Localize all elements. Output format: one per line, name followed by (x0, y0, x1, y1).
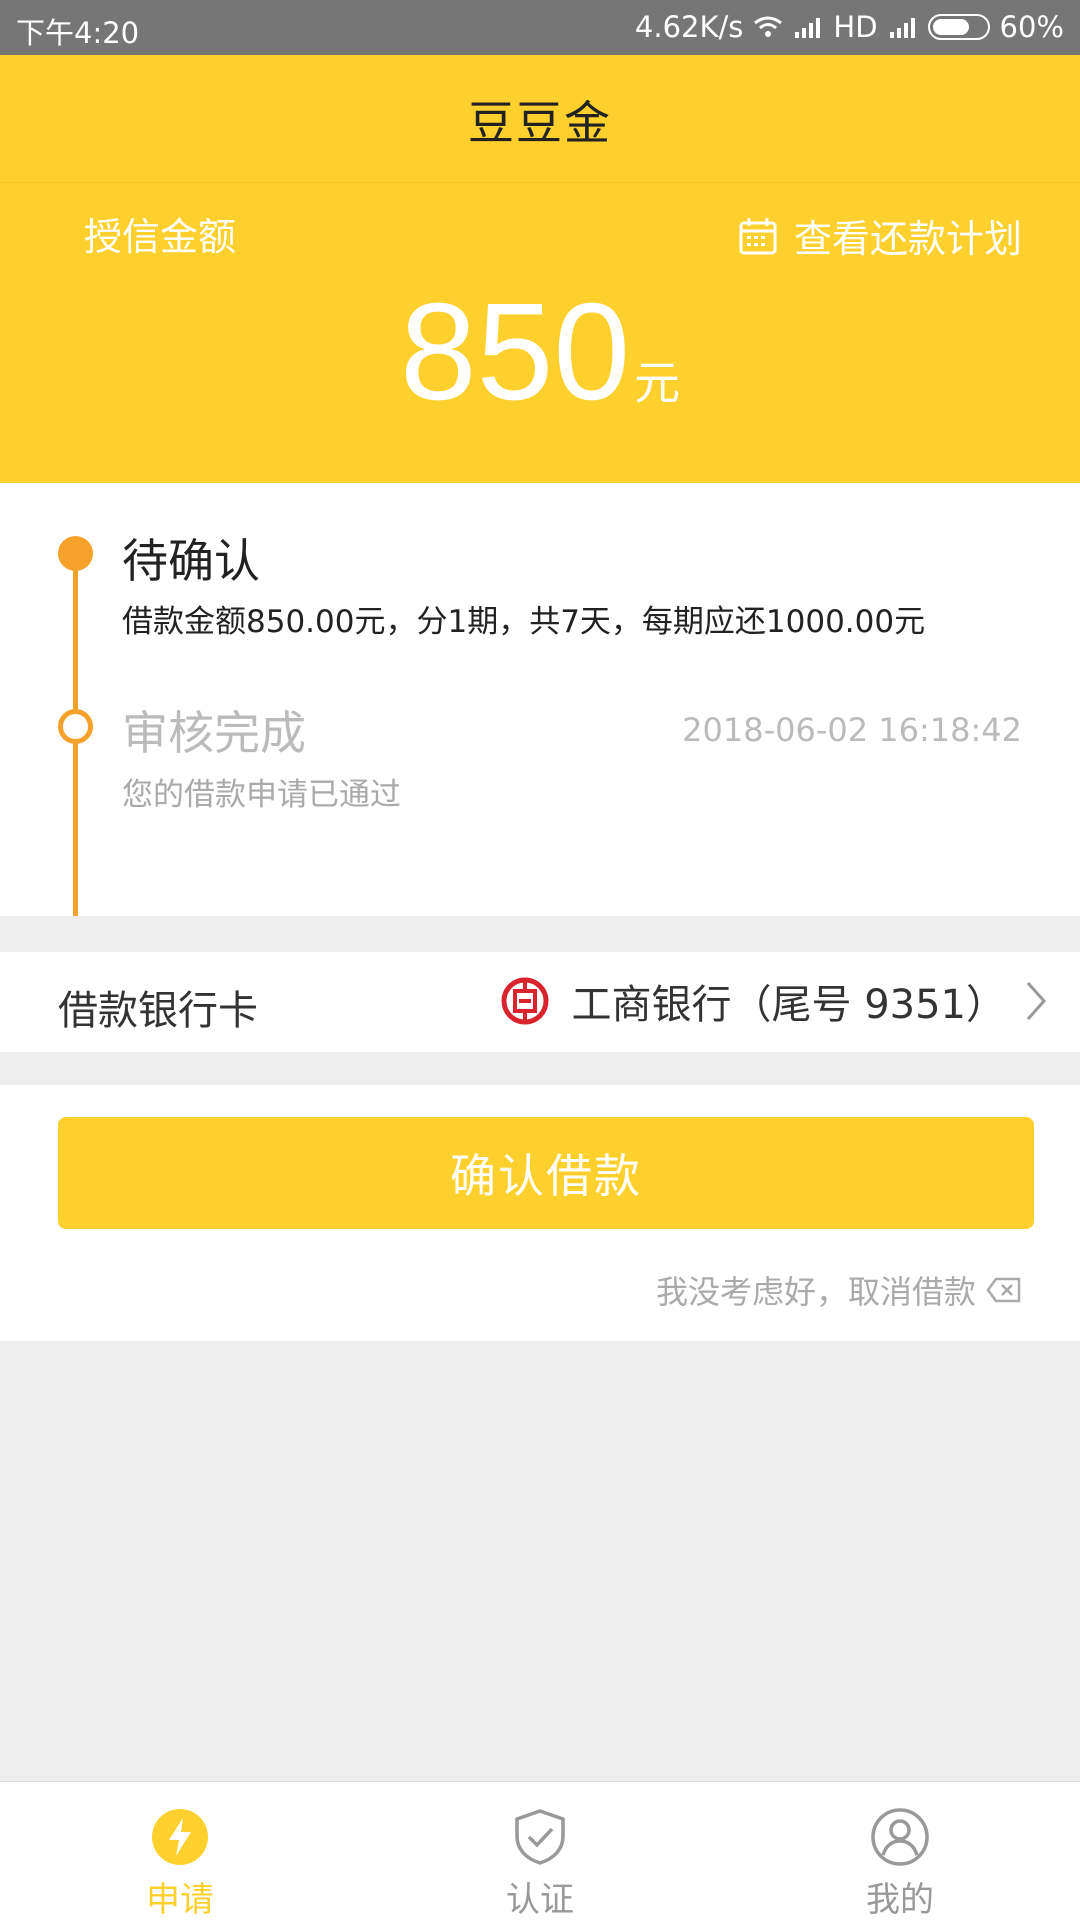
timeline-dot-current (58, 536, 93, 571)
calendar-icon (739, 217, 777, 254)
status-time: 下午4:20 (16, 16, 140, 50)
credit-panel: 授信金额 查看还款计划 850元 (0, 183, 1080, 483)
network-speed: 4.62K/s (634, 10, 744, 44)
bank-card-name: 工商银行（尾号 9351） (571, 982, 1006, 1028)
step-approved-title: 审核完成 (122, 706, 306, 760)
cancel-loan-link[interactable]: 我没考虑好，取消借款 (656, 1267, 1022, 1313)
bottom-tab-bar: 申请 认证 我的 (0, 1781, 1080, 1920)
credit-amount-wrap: 850元 (0, 283, 1080, 421)
credit-label: 授信金额 (84, 215, 237, 259)
signal-icon (795, 18, 821, 38)
cancel-loan-label: 我没考虑好，取消借款 (655, 1273, 976, 1311)
icbc-logo-icon (501, 977, 549, 1025)
step-approved-desc: 您的借款申请已通过 (122, 777, 401, 813)
bank-card-selector[interactable]: 工商银行（尾号 9351） (501, 972, 1048, 1030)
battery-icon (927, 14, 990, 40)
repayment-plan-label: 查看还款计划 (793, 217, 1022, 261)
chevron-right-icon (1026, 982, 1047, 1020)
status-right: 4.62K/s HD 60% (635, 10, 1064, 44)
page-title: 豆豆金 (468, 96, 612, 150)
tab-verify-label: 认证 (506, 1880, 574, 1920)
confirm-loan-button[interactable]: 确认借款 (58, 1117, 1034, 1229)
repayment-plan-link[interactable]: 查看还款计划 (738, 208, 1022, 263)
backspace-icon (986, 1277, 1021, 1303)
tab-apply-label: 申请 (146, 1880, 214, 1920)
credit-unit: 元 (634, 356, 681, 410)
wifi-icon (754, 16, 783, 37)
step-pending-desc: 借款金额850.00元，分1期，共7天，每期应还1000.00元 (122, 604, 926, 640)
shield-check-icon (515, 1809, 565, 1865)
credit-amount: 850 (399, 275, 631, 429)
status-timeline: 待确认 借款金额850.00元，分1期，共7天，每期应还1000.00元 审核完… (0, 483, 1080, 916)
tab-verify[interactable]: 认证 (360, 1782, 720, 1920)
bank-card-row[interactable]: 借款银行卡 工商银行（尾号 9351） (0, 952, 1080, 1052)
network-type: HD (833, 10, 878, 44)
battery-level: 60% (999, 10, 1064, 44)
bank-card-label: 借款银行卡 (58, 988, 258, 1034)
tab-apply[interactable]: 申请 (0, 1782, 360, 1920)
tab-mine-label: 我的 (866, 1880, 934, 1920)
lightning-icon (152, 1809, 208, 1865)
tab-mine[interactable]: 我的 (720, 1782, 1080, 1920)
app-header: 豆豆金 (0, 55, 1080, 183)
step-pending-title: 待确认 (122, 534, 260, 588)
signal-icon-2 (889, 18, 915, 38)
step-approved-time: 2018-06-02 16:18:42 (682, 711, 1022, 749)
action-panel: 确认借款 我没考虑好，取消借款 (0, 1085, 1080, 1341)
timeline-dot-done (58, 709, 93, 744)
status-bar: 下午4:20 4.62K/s HD 60% (0, 0, 1080, 55)
user-icon (871, 1808, 929, 1866)
